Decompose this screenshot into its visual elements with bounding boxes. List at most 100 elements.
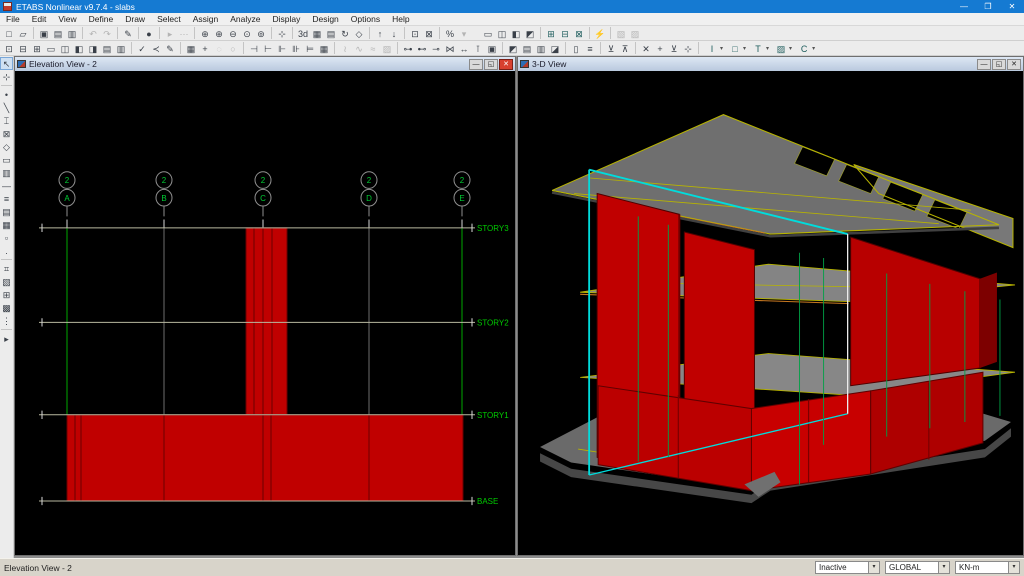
joint-assign-icon[interactable]: ⊶ bbox=[401, 42, 415, 55]
flip-v-icon[interactable]: ⊻ bbox=[667, 42, 681, 55]
quick-draw-frame-icon[interactable]: ⊠ bbox=[0, 127, 13, 140]
edit-grid-icon[interactable]: ✎ bbox=[163, 42, 177, 55]
area-mesh-icon[interactable]: ▥ bbox=[534, 42, 548, 55]
combo-arrow-icon[interactable]: ▾ bbox=[719, 45, 724, 52]
object-shrink-icon[interactable]: ⊡ bbox=[408, 27, 422, 40]
frame-label-icon[interactable]: ▯ bbox=[569, 42, 583, 55]
combo-arrow-icon[interactable]: ▾ bbox=[765, 45, 770, 52]
elevation-close-button[interactable]: ✕ bbox=[499, 59, 513, 70]
concrete-combo[interactable]: C▾ bbox=[796, 41, 817, 56]
select-all-icon[interactable]: ⊞ bbox=[30, 42, 44, 55]
coordinate-system-dropdown[interactable]: GLOBAL ▾ bbox=[885, 561, 950, 574]
snap-options-icon[interactable]: ⋮ bbox=[0, 314, 13, 327]
draw-rectangle-icon[interactable]: ▭ bbox=[481, 27, 495, 40]
draw-line-icon[interactable]: ╲ bbox=[0, 101, 13, 114]
divide-frames-icon[interactable]: ◌ bbox=[212, 42, 226, 55]
combo-arrow-icon[interactable]: ▾ bbox=[811, 45, 816, 52]
zoom-rubber-band-icon[interactable]: ⊕ bbox=[198, 27, 212, 40]
print-preview-icon[interactable]: ▥ bbox=[65, 27, 79, 40]
draw-window-opening-icon[interactable]: ▫ bbox=[0, 231, 13, 244]
deck-sections-combo[interactable]: ▨▾ bbox=[773, 41, 794, 56]
draw-wall-stack-icon[interactable]: ◩ bbox=[523, 27, 537, 40]
quick-run-icon[interactable]: ⚡ bbox=[593, 27, 607, 40]
draw-frame-icon[interactable]: ⌶ bbox=[0, 114, 13, 127]
show-deformed-icon[interactable]: ▧ bbox=[614, 27, 628, 40]
zoom-in-icon[interactable]: ⊕ bbox=[212, 27, 226, 40]
constraint-assign-icon[interactable]: ⋈ bbox=[443, 42, 457, 55]
wall-sections-combo[interactable]: □▾ bbox=[727, 41, 748, 56]
print-icon[interactable]: ▤ bbox=[51, 27, 65, 40]
pointer-select-icon[interactable]: ↖ bbox=[0, 57, 13, 70]
delete-icon[interactable]: ✕ bbox=[639, 42, 653, 55]
pan-icon[interactable]: ⊹ bbox=[275, 27, 289, 40]
dropdown-arrow-icon[interactable]: ▾ bbox=[938, 562, 949, 573]
add-object-icon[interactable]: + bbox=[653, 42, 667, 55]
zoom-full-icon[interactable]: ⊙ bbox=[240, 27, 254, 40]
undo-icon[interactable]: ↶ bbox=[86, 27, 100, 40]
maximize-button[interactable]: ❐ bbox=[976, 2, 1000, 11]
move-up-story-icon[interactable]: ↑ bbox=[373, 27, 387, 40]
dropdown-arrow-icon[interactable]: ▾ bbox=[868, 562, 879, 573]
view3d-window-titlebar[interactable]: 3-D View — ◱ ✕ bbox=[518, 57, 1023, 71]
frame-sections-combo[interactable]: I▾ bbox=[704, 41, 725, 56]
select-previous-icon[interactable]: ⊟ bbox=[16, 42, 30, 55]
menu-file[interactable]: File bbox=[0, 14, 26, 24]
lock-model-icon[interactable]: ● bbox=[142, 27, 156, 40]
flip-h-icon[interactable]: ⊹ bbox=[681, 42, 695, 55]
view3d-restore-button[interactable]: ◱ bbox=[992, 59, 1006, 70]
run-options-icon[interactable]: ⋯ bbox=[177, 27, 191, 40]
move-down-story-icon[interactable]: ↓ bbox=[387, 27, 401, 40]
draw-secondary-beam-icon[interactable]: ▭ bbox=[0, 153, 13, 166]
draw-dimension-icon[interactable]: ⌗ bbox=[0, 262, 13, 275]
menu-assign[interactable]: Assign bbox=[187, 14, 225, 24]
align-right-icon[interactable]: ⊢ bbox=[261, 42, 275, 55]
align-left-icon[interactable]: ⊣ bbox=[247, 42, 261, 55]
assign-shell-icon[interactable]: ⊠ bbox=[572, 27, 586, 40]
view3d-close-button[interactable]: ✕ bbox=[1007, 59, 1021, 70]
menu-analyze[interactable]: Analyze bbox=[224, 14, 266, 24]
area-loads-icon[interactable]: ▤ bbox=[520, 42, 534, 55]
open-file-icon[interactable]: ▱ bbox=[16, 27, 30, 40]
wave-3-icon[interactable]: ≈ bbox=[366, 42, 380, 55]
run-mode-icon[interactable]: ▸ bbox=[0, 332, 13, 345]
assign-joint-icon[interactable]: ⊞ bbox=[544, 27, 558, 40]
select-pointer-icon[interactable]: ⊡ bbox=[2, 42, 16, 55]
menu-define[interactable]: Define bbox=[83, 14, 120, 24]
add-point-icon[interactable]: + bbox=[198, 42, 212, 55]
menu-draw[interactable]: Draw bbox=[119, 14, 151, 24]
release-assign-icon[interactable]: ⊸ bbox=[429, 42, 443, 55]
set-limits-icon[interactable]: ⊠ bbox=[422, 27, 436, 40]
draw-section-cut-icon[interactable]: ▧ bbox=[0, 275, 13, 288]
align-bottom-icon[interactable]: ⊪ bbox=[289, 42, 303, 55]
draw-reference-plane-icon[interactable]: ▩ bbox=[0, 301, 13, 314]
run-status-dropdown[interactable]: Inactive ▾ bbox=[815, 561, 880, 574]
quick-draw-area-icon[interactable]: ≡ bbox=[0, 192, 13, 205]
select-left-icon[interactable]: ◧ bbox=[72, 42, 86, 55]
draw-point-icon[interactable]: • bbox=[0, 88, 13, 101]
draw-brace-icon[interactable]: ◇ bbox=[0, 140, 13, 153]
merge-points-icon[interactable]: ≺ bbox=[149, 42, 163, 55]
area-section-icon[interactable]: ◩ bbox=[506, 42, 520, 55]
mesh-areas-icon[interactable]: ▦ bbox=[184, 42, 198, 55]
draw-grid-line-icon[interactable]: ⊞ bbox=[0, 288, 13, 301]
app-title-bar[interactable]: ETABS Nonlinear v9.7.4 - slabs — ❐ ✕ bbox=[0, 0, 1024, 13]
zoom-previous-icon[interactable]: ⊚ bbox=[254, 27, 268, 40]
join-frames-icon[interactable]: ○ bbox=[226, 42, 240, 55]
concrete-combo-icon[interactable]: C bbox=[797, 42, 811, 55]
align-center-icon[interactable]: ⊨ bbox=[303, 42, 317, 55]
save-icon[interactable]: ▣ bbox=[37, 27, 51, 40]
mass-assign-icon[interactable]: ⊺ bbox=[471, 42, 485, 55]
reshape-object-icon[interactable]: ⊹ bbox=[0, 70, 13, 83]
combo-arrow-icon[interactable]: ▾ bbox=[742, 45, 747, 52]
menu-select[interactable]: Select bbox=[151, 14, 187, 24]
view-3d-icon[interactable]: 3d bbox=[296, 27, 310, 40]
select-right-icon[interactable]: ◨ bbox=[86, 42, 100, 55]
combo-arrow-icon[interactable]: ▾ bbox=[788, 45, 793, 52]
redo-icon[interactable]: ↷ bbox=[100, 27, 114, 40]
units-dropdown[interactable]: KN-m ▾ bbox=[955, 561, 1020, 574]
run-analysis-icon[interactable]: ▸ bbox=[163, 27, 177, 40]
wall-sections-combo-icon[interactable]: □ bbox=[728, 42, 742, 55]
hatch-icon[interactable]: ▨ bbox=[380, 42, 394, 55]
select-area-icon[interactable]: ◫ bbox=[58, 42, 72, 55]
rotate-view-icon[interactable]: ↻ bbox=[338, 27, 352, 40]
